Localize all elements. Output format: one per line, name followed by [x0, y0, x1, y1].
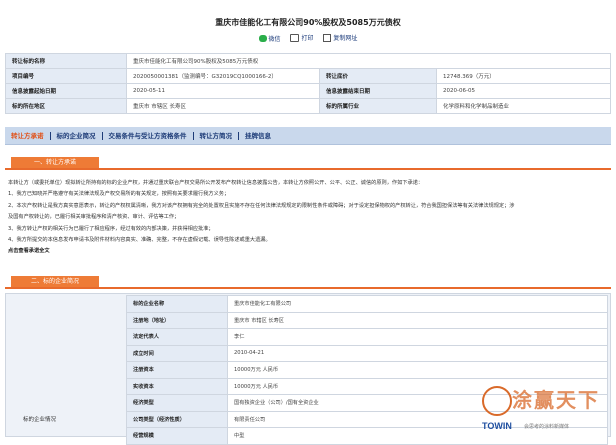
row-label: 公司类型（经济性质）	[126, 410, 228, 428]
print-button[interactable]: 打印	[290, 33, 314, 42]
section1-title: 一、转让方承诺	[11, 157, 99, 168]
section2-title: 二、标的企业简况	[11, 276, 99, 287]
tab-listing-info[interactable]: 挂牌信息	[239, 132, 277, 140]
table-row: 经营规模 中型	[126, 427, 608, 445]
row-value: 2010-04-21	[227, 344, 608, 362]
section2-header: 二、标的企业简况	[5, 276, 611, 289]
commitment-line: 3、我方转让产权的相关行为已履行了相应程序，经过有效的内部决策，并获得相应批准；	[8, 225, 214, 232]
commitment-line: 1、我方已知晓并严格遵守有关法律法规及产权交易所的有关规定，按照有关要求履行我方…	[8, 191, 230, 198]
code-value: 2020050001381（监测编号：G32019CQ1000166-2）	[126, 68, 320, 84]
end-date-value: 2020-06-05	[436, 83, 611, 99]
tab-target-company[interactable]: 标的企业简况	[51, 131, 103, 140]
row-value: 10000万元 人民币	[227, 377, 608, 395]
start-date-label: 信息披露起始日期	[5, 83, 127, 99]
copy-url-label: 复制网址	[333, 35, 358, 42]
row-label: 经营规模	[126, 427, 228, 445]
row-label: 经济类型	[126, 394, 228, 412]
subject-label: 转让标的名称	[5, 53, 127, 69]
table-row: 公司类型（经济性质） 有限责任公司	[126, 410, 608, 428]
region-label: 标的所在地区	[5, 98, 127, 114]
start-date-value: 2020-05-11	[126, 83, 320, 99]
copy-icon	[323, 33, 332, 42]
row-label: 注册地（地址）	[126, 311, 228, 329]
page-title: 重庆市佳能化工有限公司90%股权及5085万元债权	[215, 18, 401, 27]
table-row: 经济类型 国有独资企业（公司）/国有全资企业	[126, 394, 608, 412]
region-value: 重庆市 市辖区 长寿区	[126, 98, 320, 114]
commitment-line: 本转让方（或委托单位）现拟转让所持有的标的企业产权，并通过重庆联合产权交易所公开…	[8, 180, 424, 186]
table-row: 实收资本 10000万元 人民币	[126, 377, 608, 395]
row-value: 李仁	[227, 328, 608, 346]
table-row: 注册地（地址） 重庆市 市辖区 长寿区	[126, 311, 608, 329]
section-tabs: 转让方承诺 标的企业简况 交易条件与受让方资格条件 转让方简况 挂牌信息	[5, 127, 611, 145]
company-info-side-label: 标的企业情况	[23, 417, 57, 423]
row-value: 中型	[227, 427, 608, 445]
row-label: 标的企业名称	[126, 295, 228, 313]
commitment-line: 及国有产权转让的，已履行相关审批程序和清产核资、审计、评估等工作；	[8, 214, 180, 221]
view-full-commitment-link[interactable]: 点击查看承诺全文	[8, 246, 606, 257]
row-label: 成立时间	[126, 344, 228, 362]
row-value: 重庆市 市辖区 长寿区	[227, 311, 608, 329]
copy-url-button[interactable]: 复制网址	[323, 33, 357, 42]
row-label: 注册资本	[126, 361, 228, 379]
tab-trade-conditions[interactable]: 交易条件与受让方资格条件	[103, 131, 194, 140]
commitment-line: 2、本次产权转让是我方真实意愿表示，转让的产权权属清晰，我方对该产权拥有完全的处…	[8, 202, 515, 209]
table-row: 标的企业名称 重庆市佳能化工有限公司	[126, 295, 608, 313]
subject-value: 重庆市佳能化工有限公司90%股权及5085万元债权	[126, 53, 611, 69]
industry-value: 化学原料和化学制品制造业	[436, 98, 611, 114]
row-value: 有限责任公司	[227, 410, 608, 428]
tab-transferor-commitment[interactable]: 转让方承诺	[5, 131, 51, 140]
table-row: 注册资本 10000万元 人民币	[126, 361, 608, 379]
price-value: 12748.369（万元）	[436, 68, 611, 84]
industry-label: 标的所属行业	[319, 98, 437, 114]
wechat-label: 微信	[268, 35, 281, 43]
section1-header: 一、转让方承诺	[5, 157, 611, 170]
code-label: 项目编号	[5, 68, 127, 84]
row-value: 重庆市佳能化工有限公司	[227, 295, 608, 313]
row-value: 国有独资企业（公司）/国有全资企业	[227, 394, 608, 412]
row-label: 法定代表人	[126, 328, 228, 346]
project-info-table: 转让标的名称 重庆市佳能化工有限公司90%股权及5085万元债权 项目编号 20…	[5, 53, 611, 114]
table-row: 法定代表人 李仁	[126, 328, 608, 346]
company-info-table: 标的企业名称 重庆市佳能化工有限公司 注册地（地址） 重庆市 市辖区 长寿区 法定代…	[126, 295, 608, 445]
row-value: 10000万元 人民币	[227, 361, 608, 379]
row-label: 实收资本	[126, 377, 228, 395]
price-label: 转让底价	[319, 68, 437, 84]
share-actions: 微信 打印 复制网址	[0, 33, 616, 44]
tab-transferor-profile[interactable]: 转让方简况	[194, 131, 239, 140]
commitment-line: 4、我方所提交的本信息发布申请书及附件材料内容真实、准确、完整，不存在虚假记载、…	[8, 237, 271, 244]
end-date-label: 信息披露结束日期	[319, 83, 437, 99]
wechat-icon	[258, 34, 267, 42]
print-icon	[290, 33, 300, 42]
print-label: 打印	[301, 35, 314, 42]
wechat-share-button[interactable]: 微信	[258, 34, 281, 43]
table-row: 成立时间 2010-04-21	[126, 344, 608, 362]
commitment-text: 本转让方（或委托单位）现拟转让所持有的标的企业产权，并通过重庆联合产权交易所公开…	[8, 178, 606, 258]
